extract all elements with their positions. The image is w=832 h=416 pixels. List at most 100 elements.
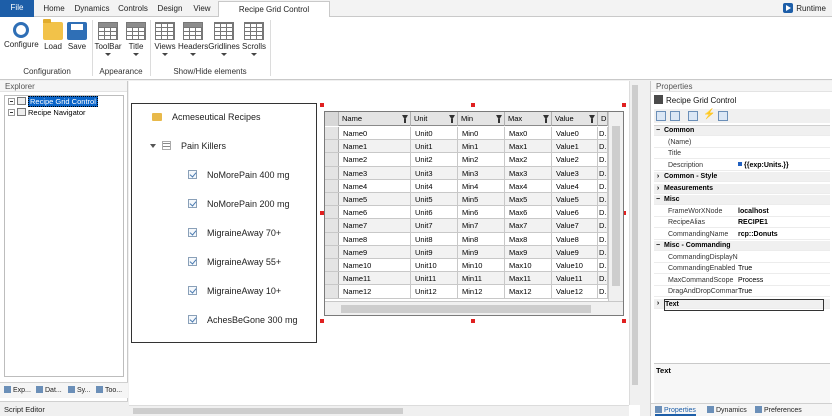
selection-handle[interactable] [471,103,475,107]
canvas-vertical-scrollbar[interactable] [629,81,640,405]
row-selector[interactable] [325,179,339,192]
expand-icon[interactable]: › [654,184,662,194]
row-selector[interactable] [325,245,339,258]
row-selector[interactable] [325,127,339,140]
row-selector[interactable] [325,153,339,166]
property-category[interactable]: › Common - Style [654,172,830,182]
row-selector[interactable] [325,166,339,179]
canvas-horizontal-scrollbar[interactable] [129,405,629,416]
table-cell[interactable]: Min8 [458,232,505,246]
tab-explorer[interactable]: Exp... [4,385,31,397]
property-row[interactable]: CommandingName rcp::Donuts [654,230,830,240]
table-row[interactable]: Name8 Unit8 Min8 Max8 Value8 D. [325,232,608,246]
tab-home[interactable]: Home [38,1,70,17]
row-selector[interactable] [325,219,339,232]
table-cell[interactable]: Name6 [339,206,411,220]
table-cell[interactable]: Max2 [505,153,552,167]
table-cell[interactable]: D. [598,219,608,233]
scrolls-button[interactable]: Scrolls [240,20,268,64]
row-selector[interactable] [325,140,339,153]
table-cell[interactable]: Min12 [458,285,505,299]
table-cell[interactable]: Value7 [552,219,598,233]
property-category[interactable]: › Measurements [654,183,830,194]
property-value[interactable]: RECIPE1 [738,218,830,228]
views-button[interactable]: Views [152,20,178,64]
filter-icon[interactable] [589,115,595,123]
row-selector[interactable] [325,232,339,245]
toolbar-button[interactable]: ToolBar [94,20,122,64]
table-cell[interactable]: Unit3 [411,166,458,180]
table-cell[interactable]: Value2 [552,153,598,167]
scrollbar-thumb[interactable] [133,408,403,414]
table-cell[interactable]: Value10 [552,259,598,272]
table-row[interactable]: Name1 Unit1 Min1 Max1 Value1 D. [325,140,608,154]
property-row[interactable]: (Name) [654,138,830,148]
tab-recipe-grid-control-configuration[interactable]: Recipe Grid Control Configuration [218,1,330,30]
tab-symbols[interactable]: Sy... [68,385,90,397]
recipe-tree-category[interactable]: Pain Killers [150,139,226,153]
table-cell[interactable]: Value5 [552,193,598,206]
table-cell[interactable]: D. [598,140,608,154]
table-cell[interactable]: Max10 [505,259,552,272]
tab-preferences[interactable]: Preferences [755,405,802,416]
collapse-icon[interactable]: − [654,241,662,251]
design-canvas[interactable]: Acmeseutical Recipes Pain Killers NoMore… [129,81,640,416]
table-cell[interactable]: D. [598,272,608,286]
load-button[interactable]: Load [40,19,66,64]
table-cell[interactable]: Min6 [458,206,505,220]
table-row[interactable]: Name2 Unit2 Min2 Max2 Value2 D. [325,153,608,167]
recipe-item[interactable]: MigraineAway 70+ [188,226,281,240]
table-cell[interactable]: D. [598,285,608,299]
gridlines-button[interactable]: Gridlines [208,20,240,64]
table-cell[interactable]: Max0 [505,127,552,140]
table-cell[interactable]: Min9 [458,245,505,259]
properties-view-icon[interactable] [688,111,698,121]
property-value[interactable]: True [738,264,830,274]
table-cell[interactable]: Min10 [458,259,505,272]
table-cell[interactable]: Unit7 [411,219,458,233]
filter-icon[interactable] [402,115,408,123]
row-selector[interactable] [325,259,339,272]
table-cell[interactable]: Min7 [458,219,505,233]
tree-node-recipe-grid-control[interactable]: Recipe Grid Control [8,96,98,107]
filter-icon[interactable] [449,115,455,123]
table-cell[interactable]: D. [598,153,608,167]
table-cell[interactable]: Unit2 [411,153,458,167]
table-row[interactable]: Name3 Unit3 Min3 Max3 Value3 D. [325,166,608,180]
recipe-item[interactable]: MigraineAway 55+ [188,255,281,269]
tab-dynamics-pane[interactable]: Dynamics [707,405,747,416]
scrollbar-thumb[interactable] [341,305,591,313]
tab-toolbox[interactable]: Too... [96,385,122,397]
table-cell[interactable]: Name11 [339,272,411,286]
row-selector[interactable] [325,206,339,219]
property-row[interactable]: CommandingEnabled True [654,264,830,274]
tab-data[interactable]: Dat... [36,385,62,397]
table-cell[interactable]: Unit9 [411,245,458,259]
runtime-button[interactable]: Runtime [783,2,826,15]
table-cell[interactable]: Name0 [339,127,411,140]
table-cell[interactable]: Name4 [339,179,411,193]
table-cell[interactable]: Name10 [339,259,411,272]
script-editor-tab[interactable]: Script Editor [0,401,128,416]
tab-design[interactable]: Design [154,1,186,17]
recipe-item[interactable]: MigraineAway 10+ [188,284,281,298]
table-row[interactable]: Name7 Unit7 Min7 Max7 Value7 D. [325,219,608,233]
table-cell[interactable]: Max4 [505,179,552,193]
property-value[interactable]: rcp::Donuts [738,230,830,240]
property-value[interactable]: True [738,287,830,297]
recipe-navigator[interactable]: Acmeseutical Recipes Pain Killers NoMore… [131,103,317,343]
tab-dynamics[interactable]: Dynamics [72,1,112,17]
selection-handle[interactable] [320,319,324,323]
configure-button[interactable]: Configure [4,20,39,64]
table-cell[interactable]: Unit0 [411,127,458,140]
title-button[interactable]: Title [124,20,148,64]
table-cell[interactable]: D. [598,179,608,193]
recipe-item[interactable]: AchesBeGone 300 mg [188,313,298,327]
column-header-d[interactable]: D [598,112,608,126]
property-row[interactable]: FrameWorXNode localhost [654,207,830,217]
table-cell[interactable]: Value11 [552,272,598,286]
table-cell[interactable]: Unit10 [411,259,458,272]
table-cell[interactable]: Min5 [458,193,505,206]
table-row[interactable]: Name5 Unit5 Min5 Max5 Value5 D. [325,193,608,207]
table-row[interactable]: Name0 Unit0 Min0 Max0 Value0 D. [325,127,608,141]
